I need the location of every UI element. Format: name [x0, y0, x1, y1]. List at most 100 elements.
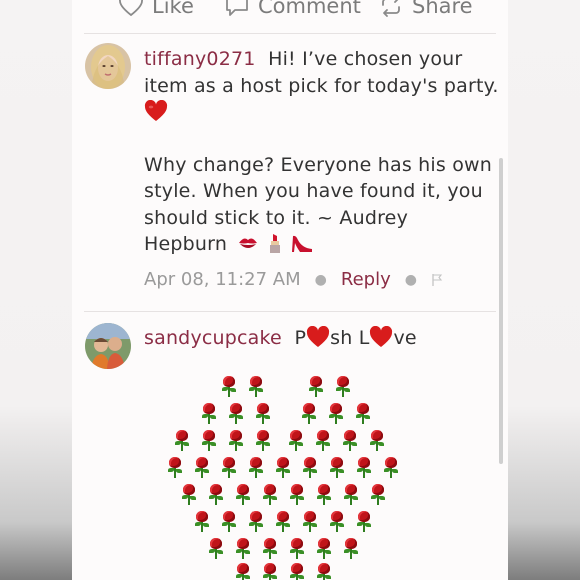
rose-icon — [201, 403, 217, 425]
red-heart-icon — [370, 325, 393, 347]
rose-icon — [289, 538, 305, 560]
rose-icon — [328, 403, 344, 425]
rose-icon — [329, 511, 345, 533]
heart-outline-icon — [119, 0, 143, 17]
rose-icon — [235, 538, 251, 560]
comment-line: tiffany0271 Hi! I’ve chosen your — [144, 46, 500, 73]
quote-last-line: Hepburn — [144, 231, 500, 258]
avatar-tiffany[interactable] — [85, 43, 131, 89]
kiss-mark-icon — [239, 238, 258, 248]
rose-icon — [255, 403, 271, 425]
rose-icon — [262, 538, 278, 560]
comment-text: P — [294, 327, 307, 349]
rose-icon — [369, 430, 385, 452]
divider — [84, 311, 496, 312]
rose-icon — [301, 403, 317, 425]
high-heel-icon — [291, 235, 312, 252]
rose-icon — [235, 563, 251, 580]
lipstick-icon — [269, 234, 280, 253]
share-label: Share — [412, 0, 473, 18]
rose-icon — [302, 511, 318, 533]
rose-icon — [248, 457, 264, 479]
rose-icon — [174, 430, 190, 452]
rose-icon — [194, 511, 210, 533]
left-background — [0, 0, 72, 580]
rose-icon — [289, 484, 305, 506]
avatar-blonde-woman-icon — [85, 43, 131, 89]
rose-icon — [181, 484, 197, 506]
separator-dot: ● — [314, 271, 327, 288]
rose-icon — [248, 376, 264, 398]
share-button[interactable]: Share — [378, 0, 473, 18]
rose-icon — [262, 484, 278, 506]
comment-meta-tiffany: Apr 08, 11:27 AM ● Reply ● — [144, 269, 443, 290]
rose-icon — [355, 403, 371, 425]
rose-icon — [315, 430, 331, 452]
like-button[interactable]: Like — [118, 0, 194, 18]
rose-icon — [343, 484, 359, 506]
comment-text: ve — [393, 327, 417, 349]
rose-icon — [221, 511, 237, 533]
rose-icon — [308, 376, 324, 398]
red-heart-icon — [144, 99, 168, 121]
heart-emoji-line — [144, 99, 500, 126]
flag-icon[interactable] — [431, 273, 443, 287]
username-tiffany[interactable]: tiffany0271 — [144, 48, 256, 70]
rose-icon — [248, 511, 264, 533]
rose-icon — [201, 430, 217, 452]
comment-body-sandycupcake: sandycupcake Psh L ve — [144, 325, 500, 352]
comment-label: Comment — [258, 0, 361, 18]
avatar-sandycupcake[interactable] — [85, 323, 131, 369]
comment-panel: Like Comment Share tiffany0271 Hi! I’ve … — [72, 0, 508, 580]
like-label: Like — [152, 0, 194, 18]
divider — [84, 33, 496, 34]
rose-icon — [208, 538, 224, 560]
timestamp: Apr 08, 11:27 AM — [144, 269, 301, 290]
rose-icon — [356, 511, 372, 533]
rose-icon — [275, 511, 291, 533]
separator-dot: ● — [404, 271, 417, 288]
rose-icon — [370, 484, 386, 506]
avatar-couple-icon — [85, 323, 131, 369]
rose-icon — [228, 403, 244, 425]
comment-text: sh L — [330, 327, 370, 349]
rose-icon — [316, 484, 332, 506]
reply-button[interactable]: Reply — [341, 269, 391, 290]
right-background — [508, 0, 580, 580]
quote-text: should stick to it. ~ Audrey — [144, 206, 409, 229]
rose-icon — [208, 484, 224, 506]
rose-icon — [316, 538, 332, 560]
scrollbar[interactable] — [499, 158, 503, 464]
rose-icon — [329, 457, 345, 479]
comment-text: item as a host pick for today's party. — [144, 74, 499, 97]
rose-icon — [302, 457, 318, 479]
rose-icon — [221, 457, 237, 479]
rose-icon — [262, 563, 278, 580]
username-sandycupcake[interactable]: sandycupcake — [144, 327, 282, 349]
rose-icon — [335, 376, 351, 398]
comment-bubble-icon — [226, 0, 248, 16]
rose-icon — [289, 563, 305, 580]
rose-icon — [255, 430, 271, 452]
rose-icon — [383, 457, 399, 479]
rose-icon — [194, 457, 210, 479]
red-heart-icon — [307, 325, 330, 347]
quote-text: Why change? Everyone has his own — [144, 153, 493, 176]
rose-icon — [221, 376, 237, 398]
rose-icon — [275, 457, 291, 479]
comment-text: Hi! I’ve chosen your — [268, 48, 463, 70]
rose-icon — [342, 430, 358, 452]
quote-text: Hepburn — [144, 233, 228, 255]
rose-icon — [228, 430, 244, 452]
rose-icon — [235, 484, 251, 506]
comment-body-tiffany: tiffany0271 Hi! I’ve chosen your item as… — [144, 46, 500, 258]
rose-icon — [356, 457, 372, 479]
action-bar: Like Comment Share — [72, 0, 508, 28]
rose-icon — [288, 430, 304, 452]
quote-text: style. When you have found it, you — [144, 180, 483, 202]
rose-icon — [316, 563, 332, 580]
share-arrows-icon — [382, 0, 400, 17]
comment-button[interactable]: Comment — [224, 0, 361, 18]
rose-icon — [343, 538, 359, 560]
